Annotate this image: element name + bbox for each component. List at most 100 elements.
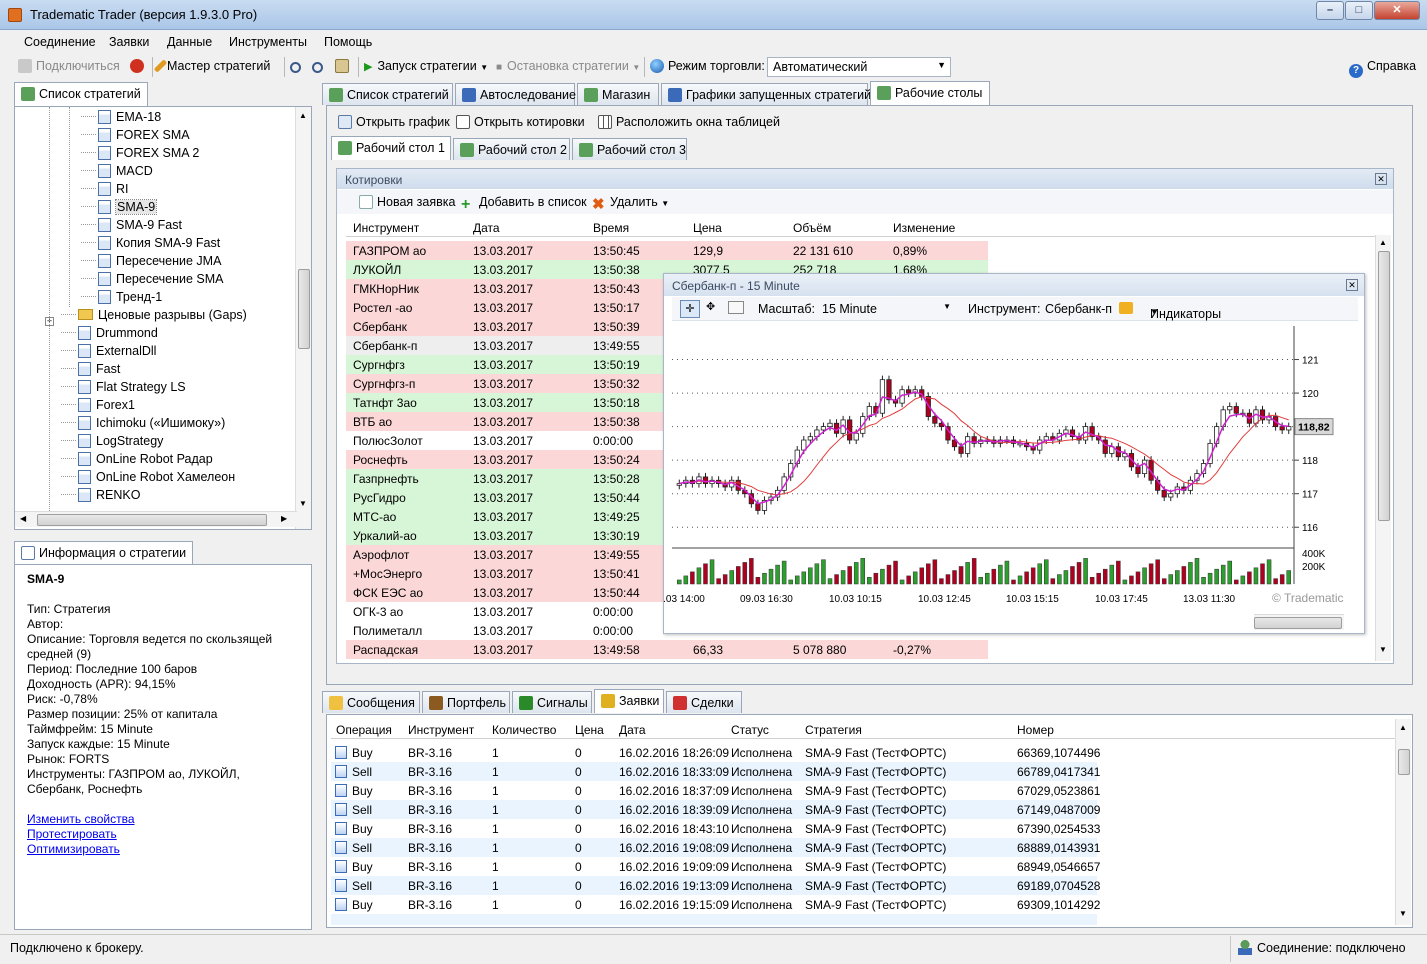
chart-hscroll[interactable] [1254,614,1344,630]
tree-vscroll[interactable]: ▲ ▼ [295,107,311,529]
column-header[interactable]: Статус [731,723,769,737]
column-header[interactable]: Время [593,221,629,235]
tree-item[interactable]: Ценовые разрывы (Gaps) [61,308,247,326]
move-icon[interactable]: ✥ [706,300,715,313]
close-button[interactable]: ✕ [1374,1,1420,20]
column-header[interactable]: Дата [473,221,500,235]
chart-hscroll-thumb[interactable] [1254,617,1342,629]
column-header[interactable]: Цена [693,221,722,235]
tree-item[interactable]: OnLine Robot Хамелеон [61,470,235,488]
tree-item[interactable]: FOREX SMA [81,128,190,146]
edit-button[interactable] [335,59,353,73]
price-chart[interactable]: 116 117 118 120 121 118,82 400K 200K 09.03 14:00… [664,322,1364,613]
column-header[interactable]: Номер [1017,723,1054,737]
tree-item[interactable]: EMA-18 [81,110,161,128]
main-tab[interactable]: Автоследование [455,83,576,105]
tree-item[interactable]: Fast [61,362,120,380]
tab-strategy-info[interactable]: Информация о стратегии [14,541,194,565]
column-header[interactable]: Изменение [893,221,955,235]
connect-button[interactable]: Подключиться [18,59,120,73]
column-header[interactable]: Цена [575,723,604,737]
tree-item[interactable]: SMA-9 [81,199,158,218]
stop-strategy-button[interactable]: ■ Остановка стратегии ▼ [496,59,640,73]
column-header[interactable]: Количество [492,723,556,737]
order-row[interactable]: Buy BR-3.16 1 0 16.02.2016 18:43:10 Исполнена… [331,819,1100,838]
tree-item[interactable]: RI [81,182,129,200]
crosshair-icon[interactable]: ✛ [680,300,700,318]
open-quotes-button[interactable]: Открыть котировки [456,115,585,129]
tree-item[interactable]: OnLine Robot Радар [61,452,213,470]
tree-item[interactable]: Копия SMA-9 Fast [81,236,220,254]
tree-item[interactable]: Пересечение SMA [81,272,224,290]
menu-connection[interactable]: Соединение [24,35,96,49]
order-row[interactable]: Sell BR-3.16 1 0 16.02.2016 19:13:09 Исполнен… [331,876,1100,895]
tree-item[interactable]: Тренд-1 [81,290,162,308]
tab-strategy-list-left[interactable]: Список стратегий [14,82,148,106]
strategy-wizard-button[interactable]: Мастер стратегий [153,59,270,73]
desk-tab[interactable]: Рабочий стол 1 [331,136,451,160]
tree-item[interactable]: Forex1 [61,398,135,416]
search-button[interactable] [290,59,305,73]
quote-row[interactable]: Распадская 13.03.2017 13:49:58 66,33 5 078 8… [346,640,988,659]
column-header[interactable]: Инструмент [408,723,474,737]
close-icon[interactable]: ✕ [1375,173,1387,185]
quote-row[interactable]: ГАЗПРОМ ао 13.03.2017 13:50:45 129,9 22 131 … [346,241,988,260]
instrument-value[interactable]: Сбербанк-п [1045,302,1112,316]
column-header[interactable]: Стратегия [805,723,862,737]
tree-item[interactable]: Ichimoku («Ишимоку») [61,416,225,434]
open-chart-button[interactable]: Открыть график [338,115,450,129]
order-row[interactable]: Buy BR-3.16 1 0 16.02.2016 18:26:09 Исполнена… [331,743,1100,762]
start-strategy-button[interactable]: ▶ Запуск стратегии ▼ [364,59,488,73]
tree-item[interactable]: SMA-9 Fast [81,218,182,236]
order-row[interactable]: Sell BR-3.16 1 0 16.02.2016 19:08:09 Исполнен… [331,838,1100,857]
trade-mode-select[interactable]: Автоматический ▼ [767,57,951,77]
orders-vscroll[interactable]: ▲ ▼ [1395,719,1411,925]
tag-icon[interactable] [1119,302,1133,314]
edit-properties-link[interactable]: Изменить свойства [27,812,299,827]
order-row[interactable]: Buy BR-3.16 1 0 16.02.2016 18:37:09 Исполнена… [331,781,1100,800]
orders-scroll-thumb[interactable] [1398,749,1410,775]
desk-tab[interactable]: Рабочий стол 3 [572,138,687,160]
order-row[interactable]: Sell BR-3.16 1 0 16.02.2016 18:39:09 Исполнен… [331,800,1100,819]
bottom-tab[interactable]: Портфель [422,691,510,713]
menu-tools[interactable]: Инструменты [229,35,307,49]
minimize-button[interactable]: – [1316,1,1344,20]
tree-hscroll[interactable]: ◀ ▶ [15,511,297,527]
tree-item[interactable]: Drummond [61,326,158,344]
tree-item[interactable]: FOREX SMA 2 [81,146,199,164]
test-link[interactable]: Протестировать [27,827,299,842]
column-header[interactable]: Инструмент [353,221,419,235]
column-header[interactable]: Операция [336,723,392,737]
main-tab[interactable]: Список стратегий [322,83,453,105]
order-row[interactable]: Buy BR-3.16 1 0 16.02.2016 19:09:09 Исполнена… [331,857,1100,876]
scale-select[interactable]: 15 Minute ▼ [816,299,954,318]
main-tab[interactable]: Графики запущенных стратегий [661,83,871,105]
main-tab[interactable]: Магазин [577,83,659,105]
bottom-tab[interactable]: Сигналы [512,691,592,713]
tree-item[interactable]: ExternalDll [61,344,156,362]
new-order-button[interactable]: Новая заявка [359,195,455,209]
maximize-button[interactable]: □ [1345,1,1373,20]
add-to-list-button[interactable]: + Добавить в список [461,195,587,213]
menu-orders[interactable]: Заявки [109,35,149,49]
quotes-scroll-thumb[interactable] [1378,251,1390,521]
order-row[interactable]: Sell BR-3.16 1 0 16.02.2016 18:33:09 Исполнен… [331,762,1100,781]
chart-type-icon[interactable] [728,301,744,314]
bottom-tab[interactable]: Сделки [666,691,742,713]
close-icon[interactable]: ✕ [1346,279,1358,291]
delete-button[interactable]: ✖ Удалить ▼ [592,195,669,212]
help-button[interactable]: ? Справка [1349,59,1416,78]
order-row[interactable]: Buy BR-3.16 1 0 16.02.2016 19:15:09 Исполнена… [331,895,1100,914]
optimize-link[interactable]: Оптимизировать [27,842,299,857]
quotes-vscroll[interactable]: ▲ ▼ [1375,235,1391,661]
tree-item[interactable]: MACD [81,164,153,182]
main-tab[interactable]: Рабочие столы [870,81,990,105]
tile-windows-button[interactable]: Расположить окна таблицей [598,115,780,129]
bottom-tab[interactable]: Заявки [594,689,664,713]
column-header[interactable]: Дата [619,723,646,737]
menu-help[interactable]: Помощь [324,35,372,49]
tree-item[interactable]: RENKO [61,488,140,506]
menu-data[interactable]: Данные [167,35,212,49]
zoom-button[interactable] [312,59,327,73]
tree-scroll-thumb[interactable] [298,269,310,349]
